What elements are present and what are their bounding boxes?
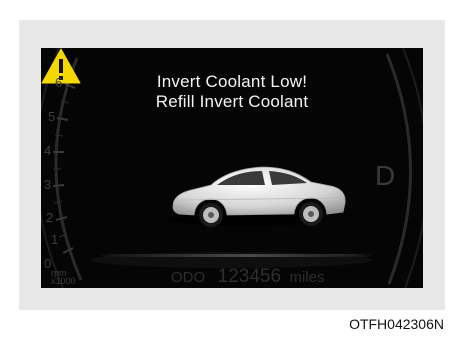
odometer-unit: miles: [289, 269, 325, 286]
warning-message-line-2: Refill Invert Coolant: [155, 92, 309, 111]
rpm-unit-label: rpm x1000: [51, 269, 76, 286]
odometer-value: 123456: [217, 266, 282, 287]
tachometer-tick-5: 5: [48, 109, 56, 124]
odometer: ODO 123456 miles: [171, 266, 325, 288]
tachometer-tick-1: 1: [51, 232, 59, 247]
car-side-icon: [166, 166, 346, 227]
instrument-cluster-display: Invert Coolant Low! Refill Invert Coolan…: [41, 48, 423, 288]
tachometer-tick-3: 3: [44, 177, 52, 192]
figure-caption: OTFH042306N: [349, 316, 444, 332]
tachometer-tick-6: 6: [55, 75, 63, 90]
warning-message-line-1: Invert Coolant Low!: [156, 72, 308, 91]
figure: Invert Coolant Low! Refill Invert Coolan…: [0, 0, 454, 343]
tachometer-tick-4: 4: [44, 143, 52, 158]
gear-indicator: D: [375, 160, 396, 191]
tachometer-tick-2: 2: [46, 210, 54, 225]
rpm-multiplier-label: x1000: [51, 276, 76, 286]
odometer-label: ODO: [171, 269, 206, 286]
